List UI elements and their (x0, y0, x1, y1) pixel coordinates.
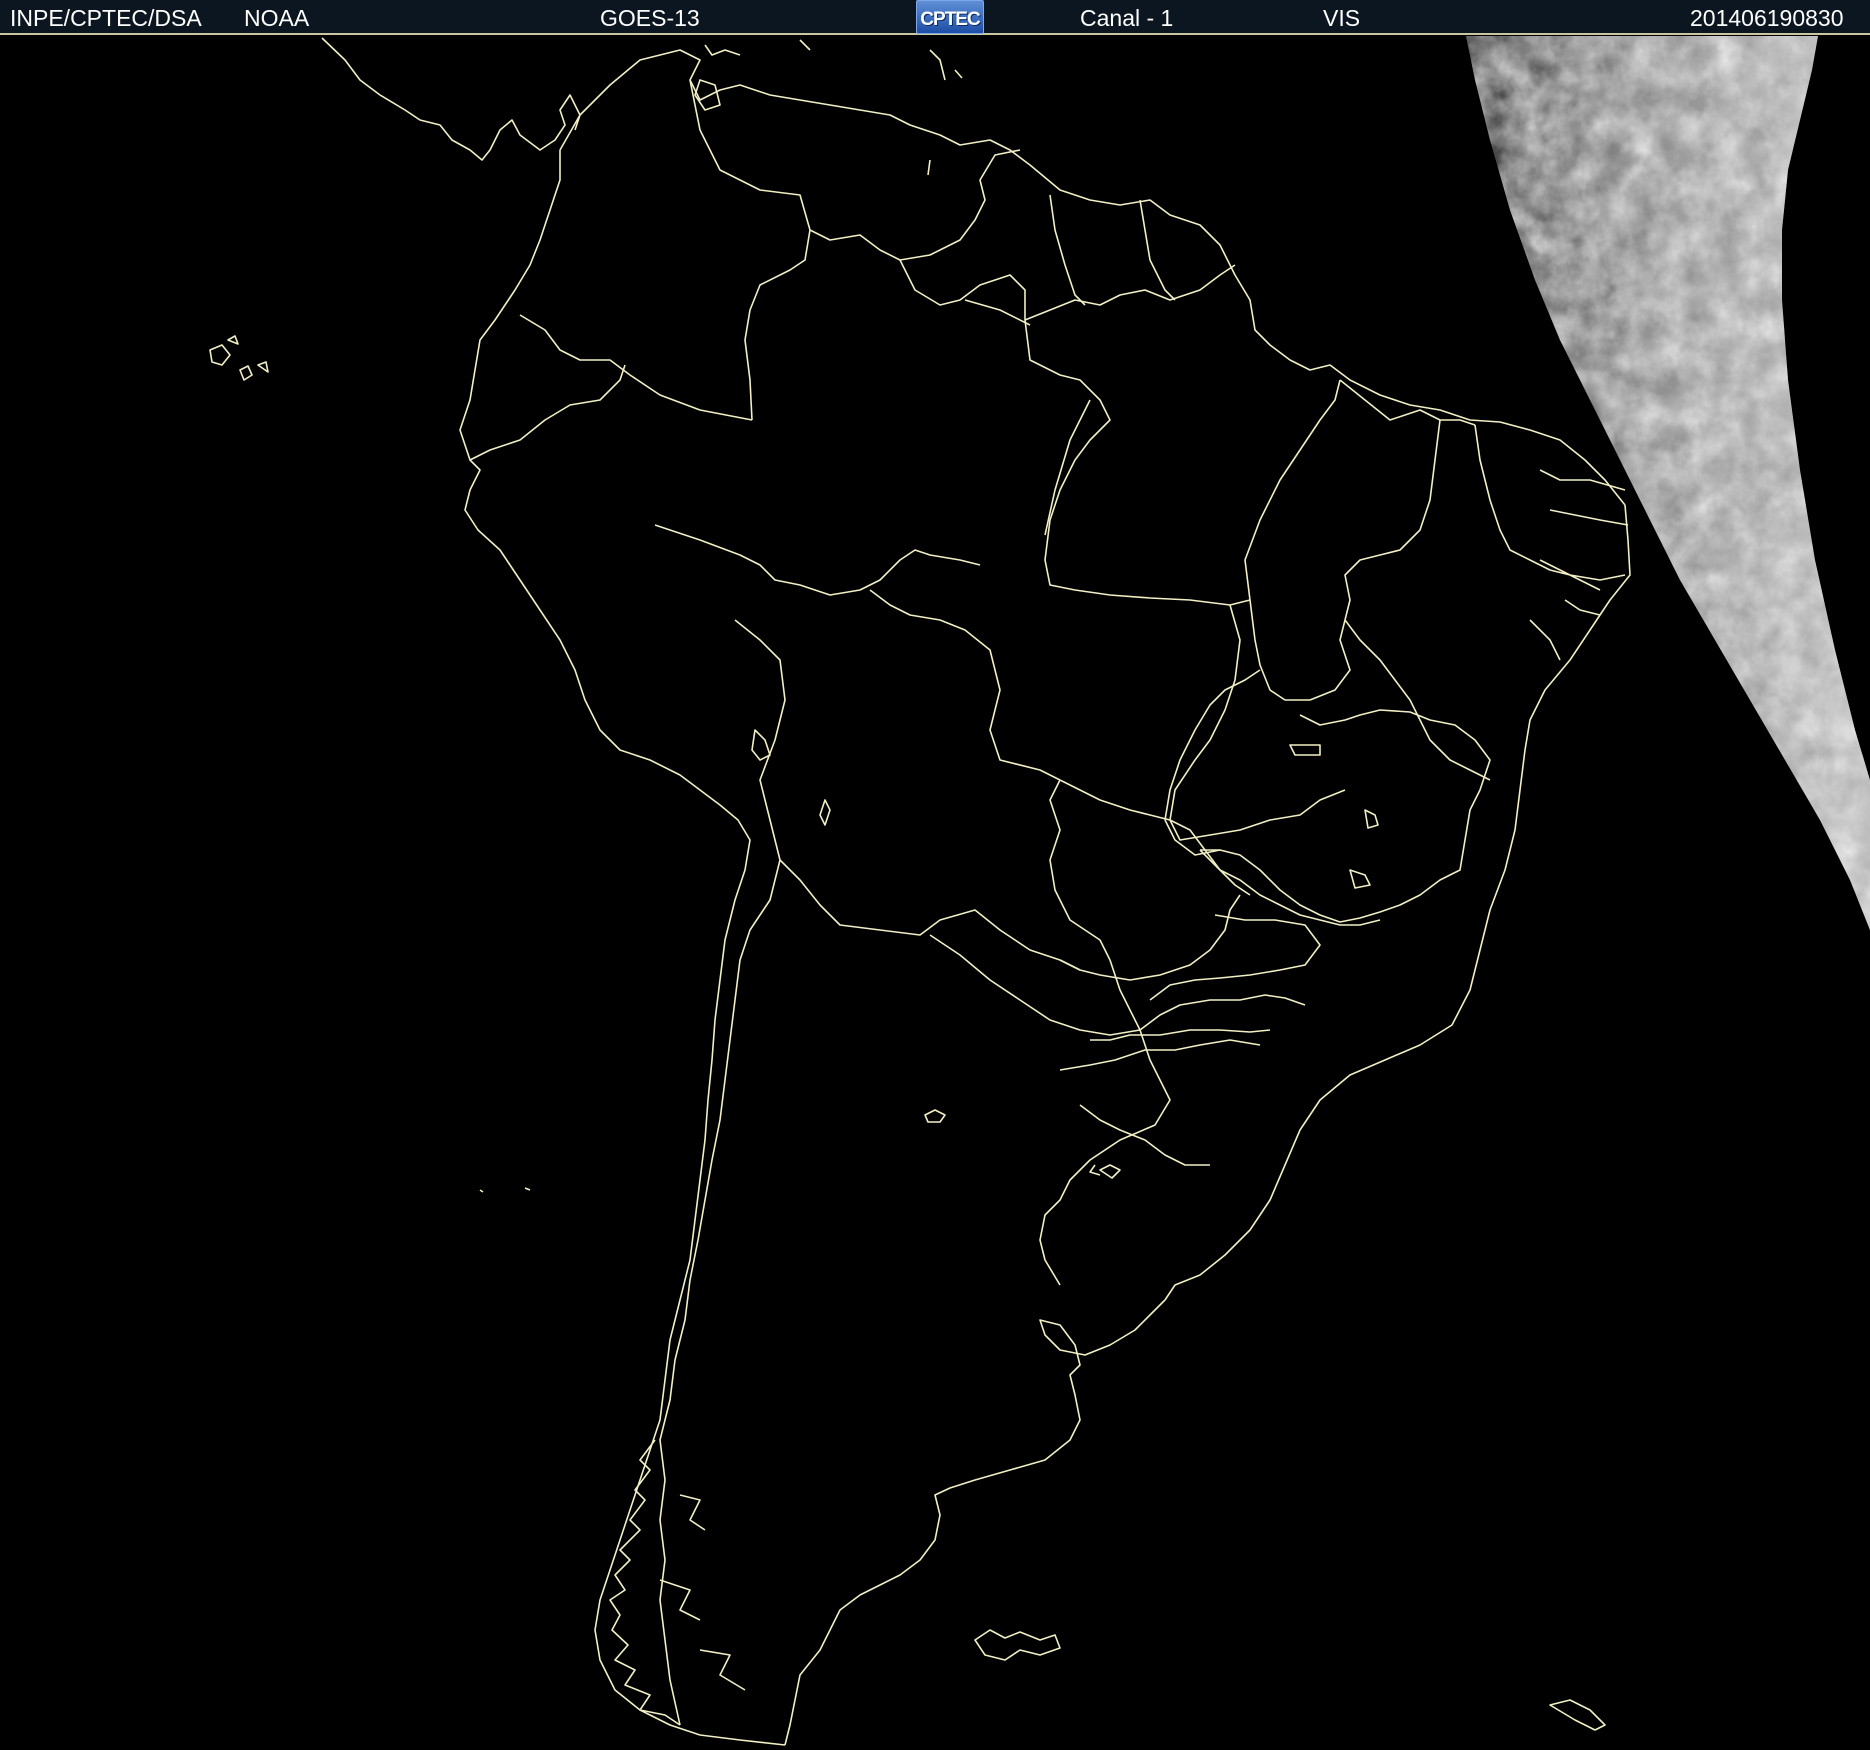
image-header-bar: INPE/CPTEC/DSA NOAA GOES-13 CPTEC Canal … (0, 0, 1870, 35)
logo-text: CPTEC (920, 9, 980, 30)
channel-label: Canal - 1 (1080, 5, 1174, 31)
timestamp-label: 201406190830 (1690, 5, 1844, 31)
agency-label: NOAA (244, 5, 310, 31)
satellite-label: GOES-13 (600, 5, 700, 31)
institution-label: INPE/CPTEC/DSA (10, 5, 202, 31)
band-label: VIS (1323, 5, 1361, 31)
satellite-map (0, 35, 1870, 1750)
cptec-logo: CPTEC (916, 0, 984, 34)
